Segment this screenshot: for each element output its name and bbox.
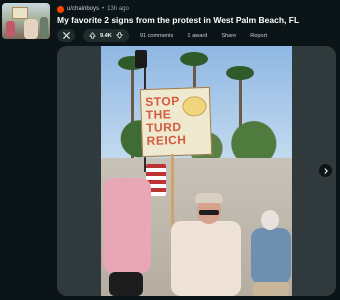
sign-line-3: REICH [146, 132, 187, 149]
report-label: Report [250, 32, 268, 39]
post-image[interactable]: STOP THE TURD REICH [101, 46, 292, 296]
protester-blue-shirt-head [261, 210, 279, 230]
protester-blue-shirt [251, 228, 291, 284]
post-time: 13h ago [107, 6, 129, 12]
protester-pink-shirt [103, 178, 151, 273]
subreddit-avatar-icon[interactable] [57, 5, 64, 13]
downvote-arrow-icon[interactable] [116, 32, 123, 39]
protester-blue-shirt-legs [253, 282, 289, 296]
vote-control: 9.4K [83, 29, 129, 42]
award-label: 1 award [187, 32, 208, 39]
post-header: u/chainboys • 13h ago My favorite 2 sign… [0, 0, 340, 44]
protester-floral-shirt [171, 221, 241, 296]
post-actions: 9.4K 91 comments 1 award Share Report [57, 29, 270, 42]
post-thumbnail[interactable] [2, 3, 50, 39]
protester-sunglasses [199, 210, 219, 215]
protest-sign: STOP THE TURD REICH [139, 86, 213, 158]
next-image-button[interactable] [319, 164, 332, 177]
protester-pink-shirt-legs [109, 272, 143, 296]
comments-label: 91 comments [139, 32, 174, 39]
subreddit-name[interactable]: u/chainboys [67, 6, 99, 12]
traffic-signal [135, 50, 147, 68]
close-button[interactable] [57, 29, 75, 42]
vote-count: 9.4K [100, 32, 112, 39]
close-icon [62, 32, 70, 39]
award-button[interactable]: 1 award [184, 29, 210, 42]
upvote-arrow-icon[interactable] [89, 32, 96, 39]
protester-hat [195, 193, 223, 203]
post-meta: u/chainboys • 13h ago [57, 4, 129, 14]
chevron-right-icon [324, 167, 328, 174]
meta-separator: • [102, 6, 105, 12]
post-title[interactable]: My favorite 2 signs from the protest in … [57, 15, 299, 25]
share-label: Share [221, 32, 237, 39]
report-button[interactable]: Report [247, 29, 270, 42]
media-viewer[interactable]: STOP THE TURD REICH [57, 46, 336, 296]
comments-button[interactable]: 91 comments [137, 29, 177, 42]
share-button[interactable]: Share [218, 29, 239, 42]
sign-stick [171, 154, 174, 232]
